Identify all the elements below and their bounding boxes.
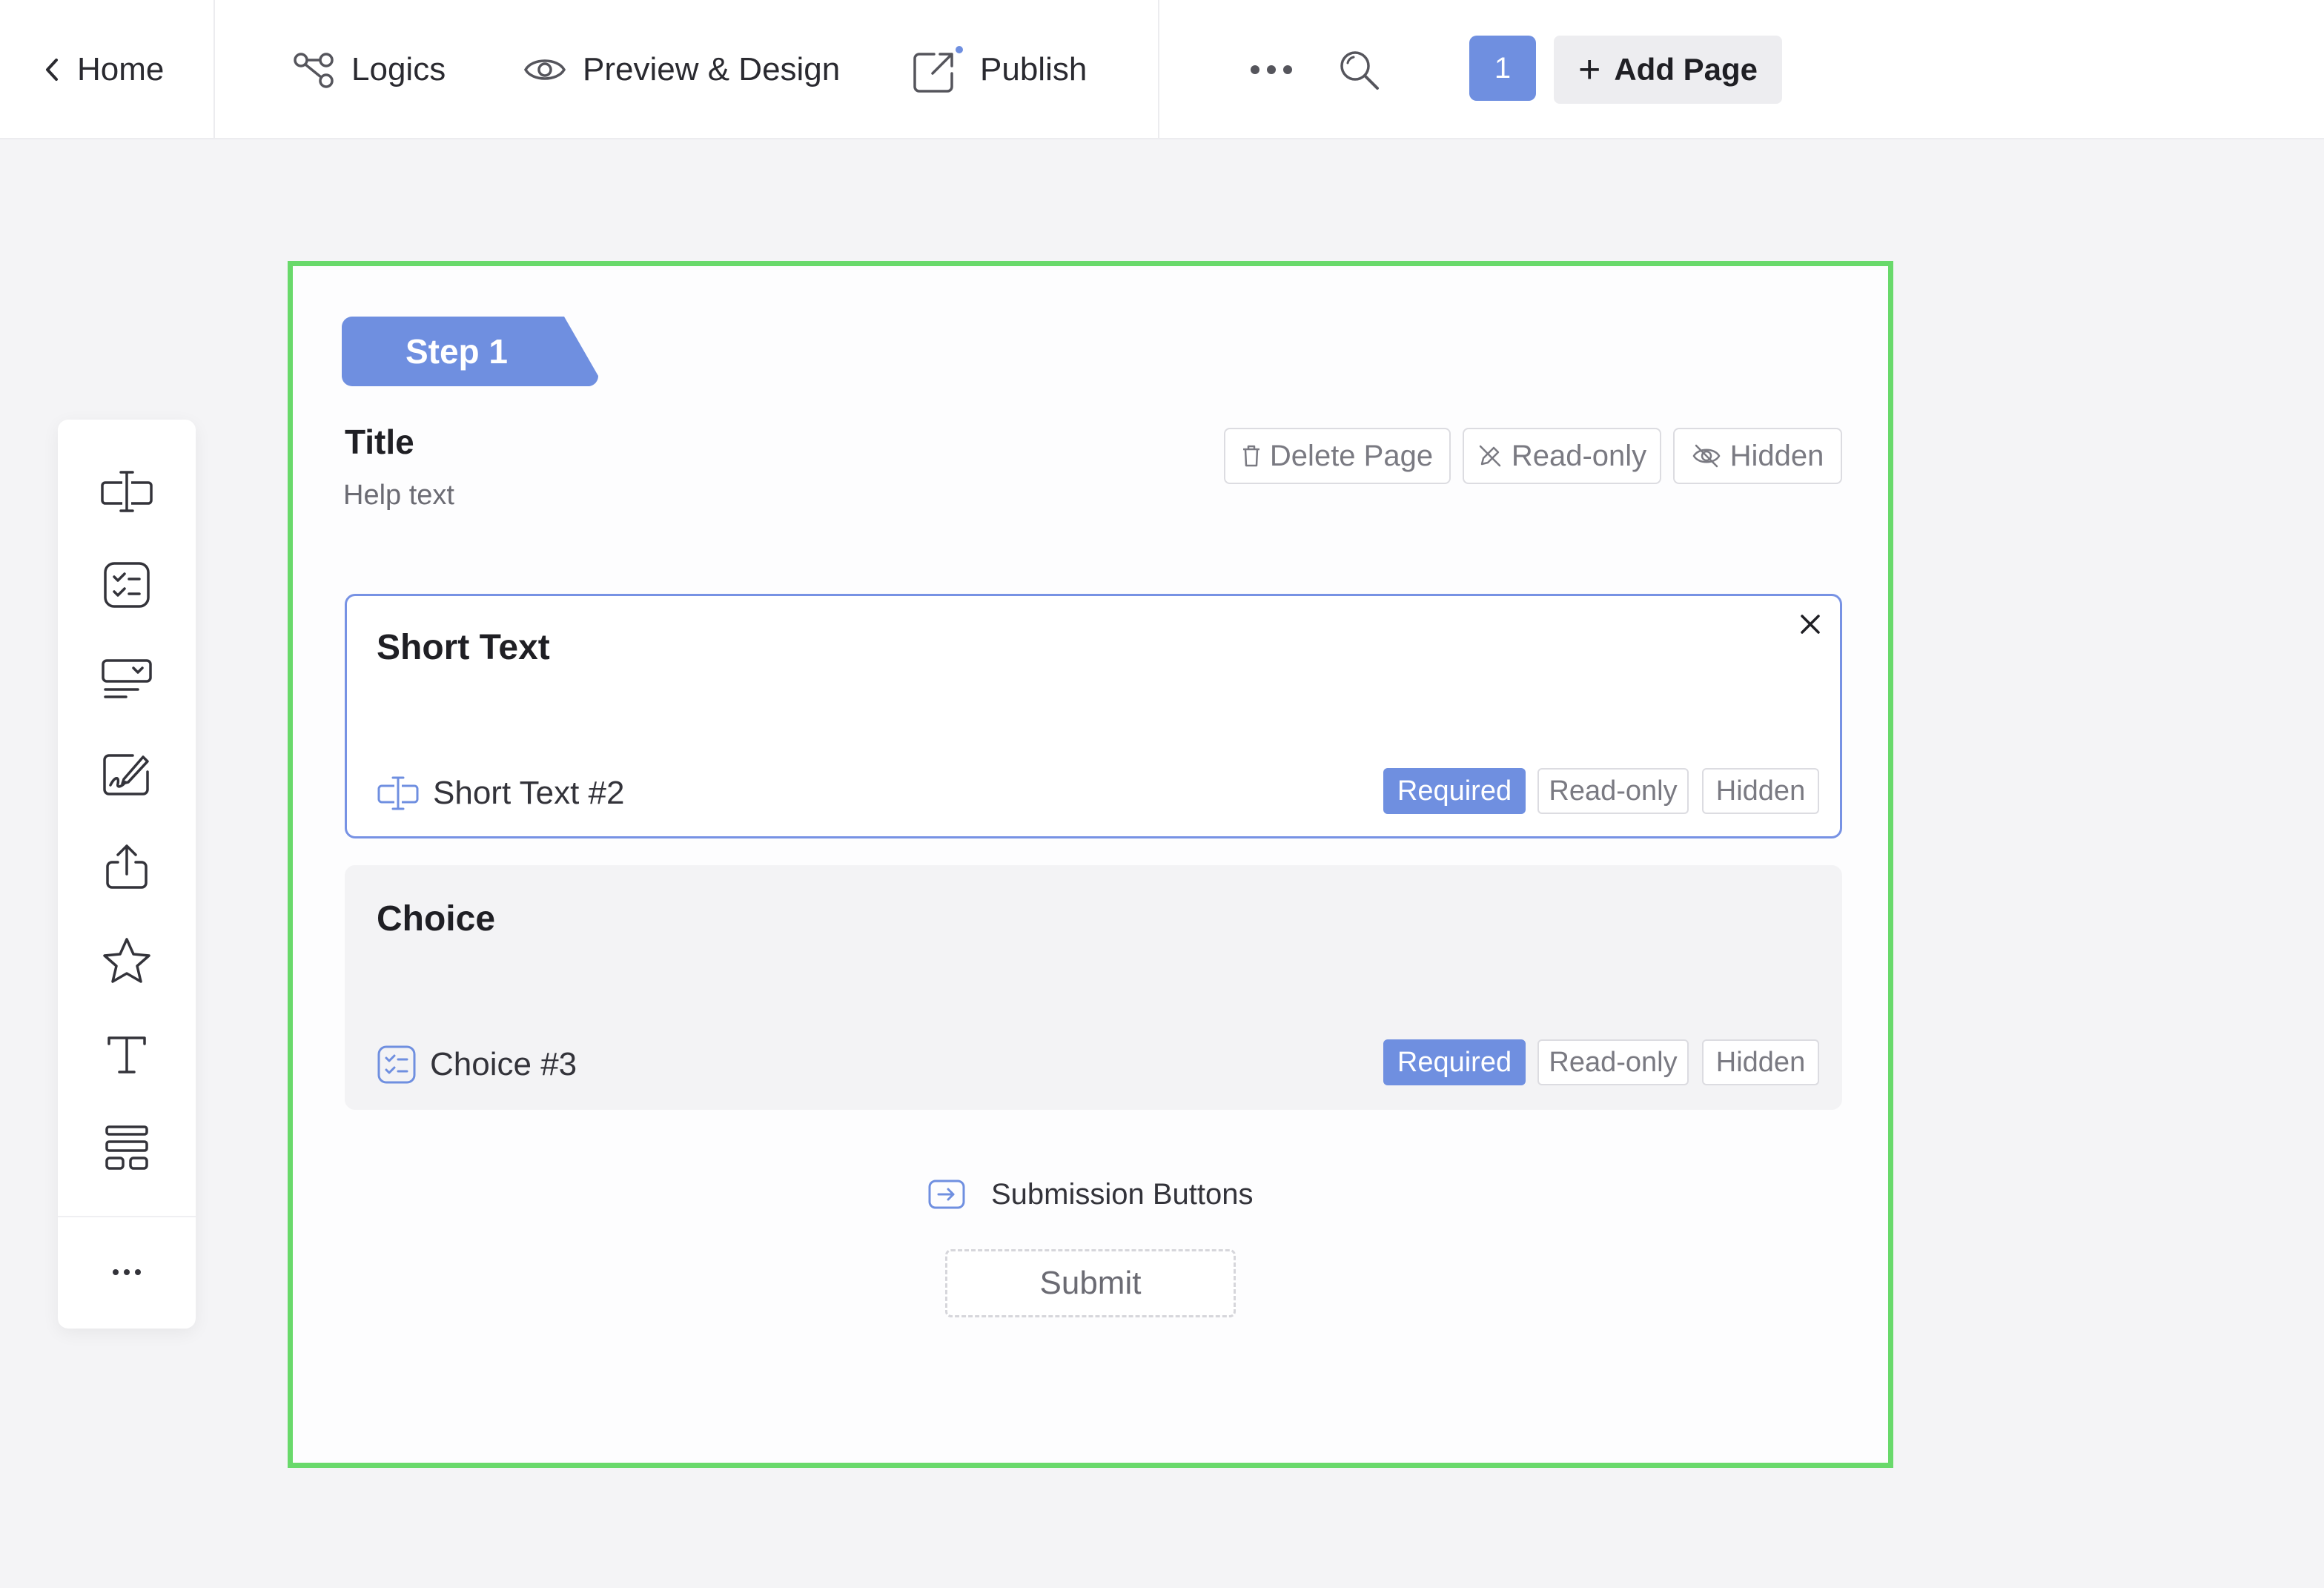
home-label: Home xyxy=(77,51,165,87)
layout-tool[interactable] xyxy=(58,1111,196,1185)
remove-field-button[interactable] xyxy=(1794,608,1827,641)
palette-divider xyxy=(58,1216,196,1217)
upload-tool[interactable] xyxy=(58,829,196,903)
more-horizontal-icon xyxy=(113,1269,141,1275)
short-text-tool[interactable] xyxy=(58,454,196,529)
field-title[interactable]: Choice xyxy=(377,899,495,939)
step-label: Step 1 xyxy=(405,332,509,371)
field-card-short-text[interactable]: Short Text Short Text #2 Required Read-o… xyxy=(345,594,1842,838)
choice-tool[interactable] xyxy=(58,548,196,622)
required-toggle[interactable]: Required xyxy=(1383,1039,1526,1085)
toolbar-divider xyxy=(213,0,215,139)
star-icon xyxy=(103,938,150,983)
upload-icon xyxy=(106,844,148,889)
login-arrow-icon xyxy=(928,1180,965,1209)
close-icon xyxy=(1801,615,1820,634)
add-page-button[interactable]: + Add Page xyxy=(1554,36,1782,104)
field-card-choice[interactable]: Choice Choice #3 Required Read-only Hidd… xyxy=(345,865,1842,1110)
required-toggle[interactable]: Required xyxy=(1383,768,1526,814)
submission-buttons-section[interactable]: Submission Buttons xyxy=(927,1174,1254,1215)
share-external-icon xyxy=(913,46,963,93)
eye-off-icon xyxy=(1692,444,1721,468)
eye-icon xyxy=(523,59,566,80)
edit-off-icon xyxy=(1479,445,1501,467)
logic-nodes-icon xyxy=(294,53,334,88)
delete-page-button[interactable]: Delete Page xyxy=(1224,428,1451,484)
home-button[interactable]: Home xyxy=(44,0,164,139)
readonly-toggle[interactable]: Read-only xyxy=(1537,768,1689,814)
search-icon xyxy=(1340,51,1379,90)
step-tab[interactable]: Step 1 xyxy=(342,317,598,386)
plus-icon: + xyxy=(1578,48,1601,91)
dropdown-tool[interactable] xyxy=(58,642,196,716)
page-hidden-label: Hidden xyxy=(1729,439,1824,472)
text-tool[interactable] xyxy=(58,1017,196,1091)
dropdown-field-icon xyxy=(102,659,152,698)
checklist-icon xyxy=(104,562,150,608)
add-page-label: Add Page xyxy=(1614,52,1758,87)
hidden-toggle[interactable]: Hidden xyxy=(1702,1039,1819,1085)
hidden-toggle[interactable]: Hidden xyxy=(1702,768,1819,814)
page-help-text[interactable]: Help text xyxy=(343,480,454,512)
logics-button[interactable]: Logics xyxy=(292,0,446,139)
page-number-button[interactable]: 1 xyxy=(1469,36,1536,101)
text-input-icon xyxy=(101,471,153,512)
rating-tool[interactable] xyxy=(58,924,196,998)
page-readonly-button[interactable]: Read-only xyxy=(1463,428,1661,484)
text-t-icon xyxy=(107,1036,146,1073)
signature-icon xyxy=(103,754,149,795)
layout-grid-icon xyxy=(105,1125,148,1170)
top-toolbar: Home Logics Preview & Design Publish 1 +… xyxy=(0,0,2324,139)
page-readonly-label: Read-only xyxy=(1511,439,1647,472)
preview-design-button[interactable]: Preview & Design xyxy=(523,0,840,139)
chevron-left-icon xyxy=(46,59,58,81)
form-page-canvas[interactable]: Step 1 Title Help text Delete Page Read-… xyxy=(288,261,1893,1468)
signature-tool[interactable] xyxy=(58,736,196,810)
page-hidden-button[interactable]: Hidden xyxy=(1673,428,1842,484)
field-id-label: Choice #3 xyxy=(430,1046,577,1082)
text-input-icon xyxy=(377,776,419,810)
more-horizontal-icon xyxy=(1251,65,1292,74)
field-id: Short Text #2 xyxy=(377,773,624,814)
trash-icon xyxy=(1242,445,1259,467)
submission-buttons-label: Submission Buttons xyxy=(991,1177,1254,1211)
publish-label: Publish xyxy=(980,51,1087,87)
checklist-icon xyxy=(377,1045,416,1084)
more-tools-button[interactable] xyxy=(58,1235,196,1309)
field-id-label: Short Text #2 xyxy=(433,775,625,811)
publish-button[interactable]: Publish xyxy=(912,0,1087,139)
field-id: Choice #3 xyxy=(377,1044,577,1085)
field-palette xyxy=(58,420,196,1329)
more-options-button[interactable] xyxy=(1250,0,1293,139)
page-title[interactable]: Title xyxy=(345,422,414,462)
readonly-toggle[interactable]: Read-only xyxy=(1537,1039,1689,1085)
delete-page-label: Delete Page xyxy=(1269,439,1434,472)
preview-design-label: Preview & Design xyxy=(583,51,841,87)
toolbar-divider xyxy=(1158,0,1159,139)
submit-button[interactable]: Submit xyxy=(945,1249,1236,1317)
field-title[interactable]: Short Text xyxy=(377,627,550,668)
logics-label: Logics xyxy=(351,51,446,87)
search-button[interactable] xyxy=(1337,0,1380,139)
